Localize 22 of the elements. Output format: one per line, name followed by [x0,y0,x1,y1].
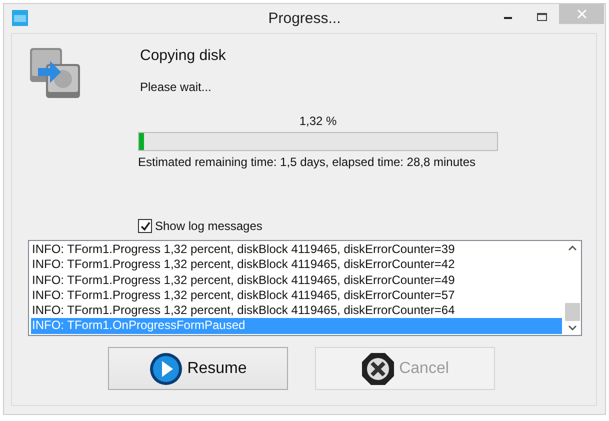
show-log-checkbox[interactable] [138,219,152,233]
heading: Copying disk [140,47,226,64]
window-title: Progress... [268,10,341,27]
log-entry[interactable]: INFO: TForm1.Progress 1,32 percent, diskBlock 4119465, diskErrorCounter=64 [31,303,562,318]
log-entry[interactable]: INFO: TForm1.Progress 1,32 percent, diskBlock 4119465, diskErrorCounter=57 [31,288,562,304]
log-entry[interactable]: INFO: TForm1.Progress 1,32 percent, diskBlock 4119465, diskErrorCounter=42 [31,257,562,273]
estimate-text: Estimated remaining time: 1,5 days, elapsed time: 28,8 minutes [138,155,476,169]
maximize-icon[interactable] [537,12,547,22]
resume-button[interactable]: Resume [108,347,288,390]
log-entry[interactable]: INFO: TForm1.Progress 1,32 percent, diskBlock 4119465, diskErrorCounter=49 [31,272,562,288]
checkbox-label: Show log messages [155,219,262,233]
progress-percent: 1,32 % [298,114,338,128]
scroll-thumb[interactable] [565,303,580,321]
play-icon [149,352,184,386]
close-icon [576,9,586,19]
cancel-icon [361,352,396,386]
log-list[interactable] [28,240,582,336]
app-icon [12,10,28,26]
status-text: Please wait... [140,80,212,94]
log-entry[interactable]: INFO: TForm1.Progress 1,32 percent, diskBlock 4119465, diskErrorCounter=39 [31,242,562,258]
scroll-up-icon[interactable] [568,245,577,251]
scroll-down-icon[interactable] [568,325,577,331]
